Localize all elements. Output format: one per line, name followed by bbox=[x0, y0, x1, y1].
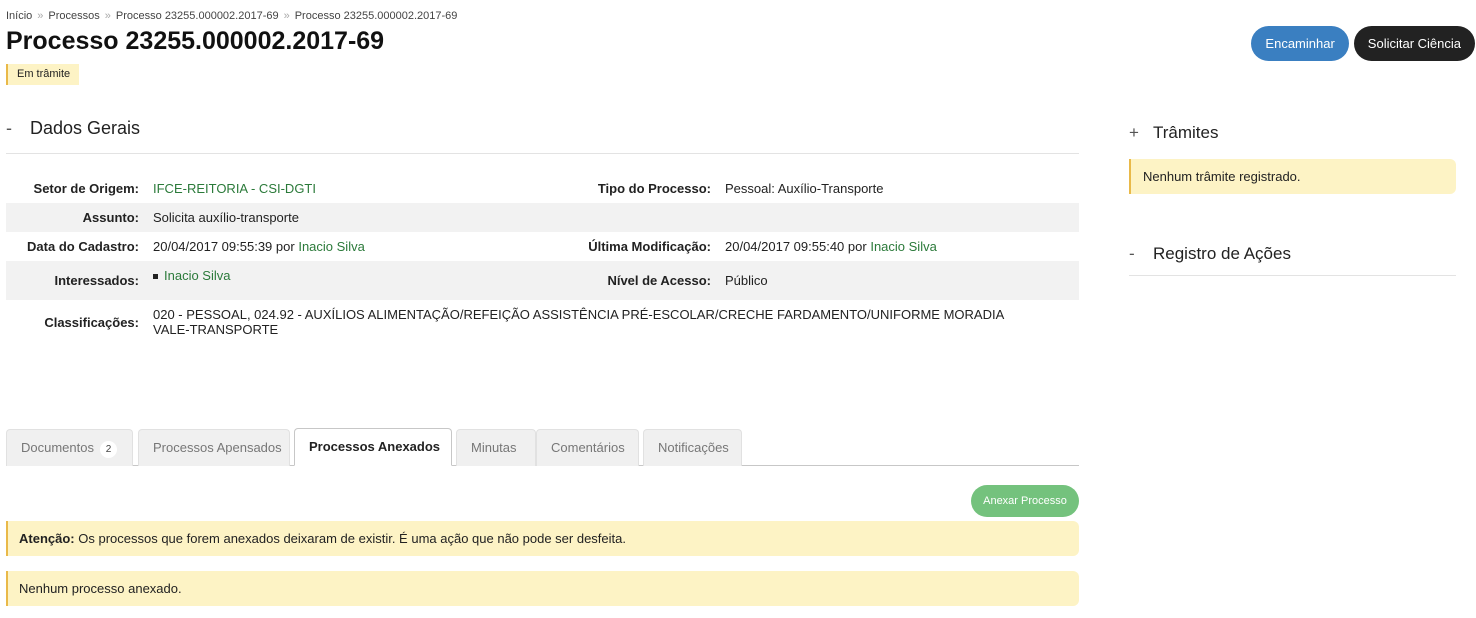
encaminhar-button[interactable]: Encaminhar bbox=[1251, 26, 1349, 61]
tab-processos-anexados[interactable]: Processos Anexados bbox=[294, 428, 452, 466]
collapse-toggle-icon[interactable]: - bbox=[1129, 244, 1153, 264]
breadcrumb-current: Processo 23255.000002.2017-69 bbox=[294, 10, 458, 22]
status-badge: Em trâmite bbox=[6, 64, 80, 85]
data-cadastro-date: 20/04/2017 09:55:39 bbox=[153, 239, 273, 254]
table-row: Classificações: 020 - PESSOAL, 024.92 - … bbox=[6, 300, 1079, 344]
collapse-toggle-icon[interactable]: - bbox=[6, 118, 30, 139]
breadcrumb-separator: » bbox=[37, 10, 44, 22]
tramites-empty-notice: Nenhum trâmite registrado. bbox=[1129, 159, 1456, 194]
ultima-modificacao-value: 20/04/2017 09:55:40 por Inacio Silva bbox=[711, 239, 1079, 254]
tab-count-badge: 2 bbox=[99, 441, 117, 458]
registro-acoes-title: Registro de Ações bbox=[1153, 244, 1291, 263]
setor-origem-label: Setor de Origem: bbox=[33, 180, 139, 196]
table-row: Interessados: Inacio Silva Nível de Aces… bbox=[6, 261, 1079, 300]
data-cadastro-label: Data do Cadastro: bbox=[27, 239, 139, 254]
tramites-header[interactable]: + Trâmites bbox=[1129, 123, 1456, 155]
ultima-modificacao-user-link[interactable]: Inacio Silva bbox=[870, 239, 936, 254]
table-row: Assunto: Solicita auxílio-transporte bbox=[6, 203, 1079, 232]
anexar-processo-button[interactable]: Anexar Processo bbox=[971, 485, 1079, 517]
warning-text: Os processos que forem anexados deixaram… bbox=[74, 531, 626, 546]
data-cadastro-value: 20/04/2017 09:55:39 por Inacio Silva bbox=[139, 239, 474, 254]
data-cadastro-por: por bbox=[275, 239, 295, 254]
tipo-processo-label: Tipo do Processo: bbox=[597, 180, 711, 196]
table-row: Setor de Origem: IFCE-REITORIA - CSI-DGT… bbox=[6, 173, 1079, 203]
classificacoes-line: VALE-TRANSPORTE bbox=[153, 322, 279, 337]
assunto-value: Solicita auxílio-transporte bbox=[153, 210, 299, 225]
table-row: Data do Cadastro: 20/04/2017 09:55:39 po… bbox=[6, 232, 1079, 261]
setor-origem-link[interactable]: IFCE-REITORIA - CSI-DGTI bbox=[139, 181, 474, 196]
breadcrumb-separator: » bbox=[283, 10, 290, 22]
tab-documentos[interactable]: Documentos 2 bbox=[6, 429, 133, 466]
ultima-modificacao-por: por bbox=[847, 239, 867, 254]
tab-minutas[interactable]: Minutas bbox=[456, 429, 536, 466]
dados-gerais-table: Setor de Origem: IFCE-REITORIA - CSI-DGT… bbox=[6, 173, 1079, 344]
classificacoes-label: Classificações: bbox=[44, 314, 139, 330]
tipo-processo-value: Pessoal: Auxílio-Transporte bbox=[725, 180, 884, 196]
bullet-icon bbox=[153, 274, 158, 280]
page-title: Processo 23255.000002.2017-69 bbox=[6, 27, 385, 55]
interessados-value: Inacio Silva bbox=[139, 261, 474, 283]
breadcrumb-processos[interactable]: Processos bbox=[48, 10, 99, 22]
interessado-link[interactable]: Inacio Silva bbox=[164, 268, 230, 283]
empty-annexed-notice: Nenhum processo anexado. bbox=[6, 571, 1079, 606]
dados-gerais-title: Dados Gerais bbox=[30, 118, 141, 138]
tramites-title: Trâmites bbox=[1153, 123, 1219, 142]
breadcrumb-inicio[interactable]: Início bbox=[6, 10, 32, 22]
top-actions: Encaminhar Solicitar Ciência bbox=[1251, 26, 1475, 61]
dados-gerais-header[interactable]: - Dados Gerais bbox=[6, 118, 1079, 154]
tab-label: Documentos bbox=[21, 440, 94, 455]
ultima-modificacao-label: Última Modificação: bbox=[588, 239, 711, 254]
nivel-acesso-label: Nível de Acesso: bbox=[607, 273, 711, 288]
interessados-label: Interessados: bbox=[54, 273, 139, 288]
classificacoes-value: 020 - PESSOAL, 024.92 - AUXÍLIOS ALIMENT… bbox=[139, 307, 1004, 337]
tab-notificacoes[interactable]: Notificações bbox=[643, 429, 742, 466]
classificacoes-line: 020 - PESSOAL, 024.92 - AUXÍLIOS ALIMENT… bbox=[153, 307, 1005, 322]
solicitar-ciencia-button[interactable]: Solicitar Ciência bbox=[1353, 26, 1475, 61]
assunto-label: Assunto: bbox=[82, 210, 139, 225]
tab-comentarios[interactable]: Comentários bbox=[536, 429, 639, 466]
breadcrumb-separator: » bbox=[104, 10, 111, 22]
tab-processos-apensados[interactable]: Processos Apensados bbox=[138, 429, 290, 466]
expand-toggle-icon[interactable]: + bbox=[1129, 123, 1153, 143]
breadcrumb: Início » Processos » Processo 23255.000002.2… bbox=[6, 10, 457, 22]
warning-strong: Atenção: bbox=[19, 531, 75, 546]
process-tabs: Documentos 2 Processos Apensados Processo… bbox=[6, 428, 1079, 466]
registro-acoes-header[interactable]: - Registro de Ações bbox=[1129, 244, 1456, 276]
data-cadastro-user-link[interactable]: Inacio Silva bbox=[298, 239, 364, 254]
nivel-acesso-value: Público bbox=[725, 273, 768, 288]
warning-notice: Atenção: Os processos que forem anexados… bbox=[6, 521, 1079, 556]
breadcrumb-processo[interactable]: Processo 23255.000002.2017-69 bbox=[116, 10, 279, 22]
ultima-modificacao-date: 20/04/2017 09:55:40 bbox=[725, 239, 845, 254]
